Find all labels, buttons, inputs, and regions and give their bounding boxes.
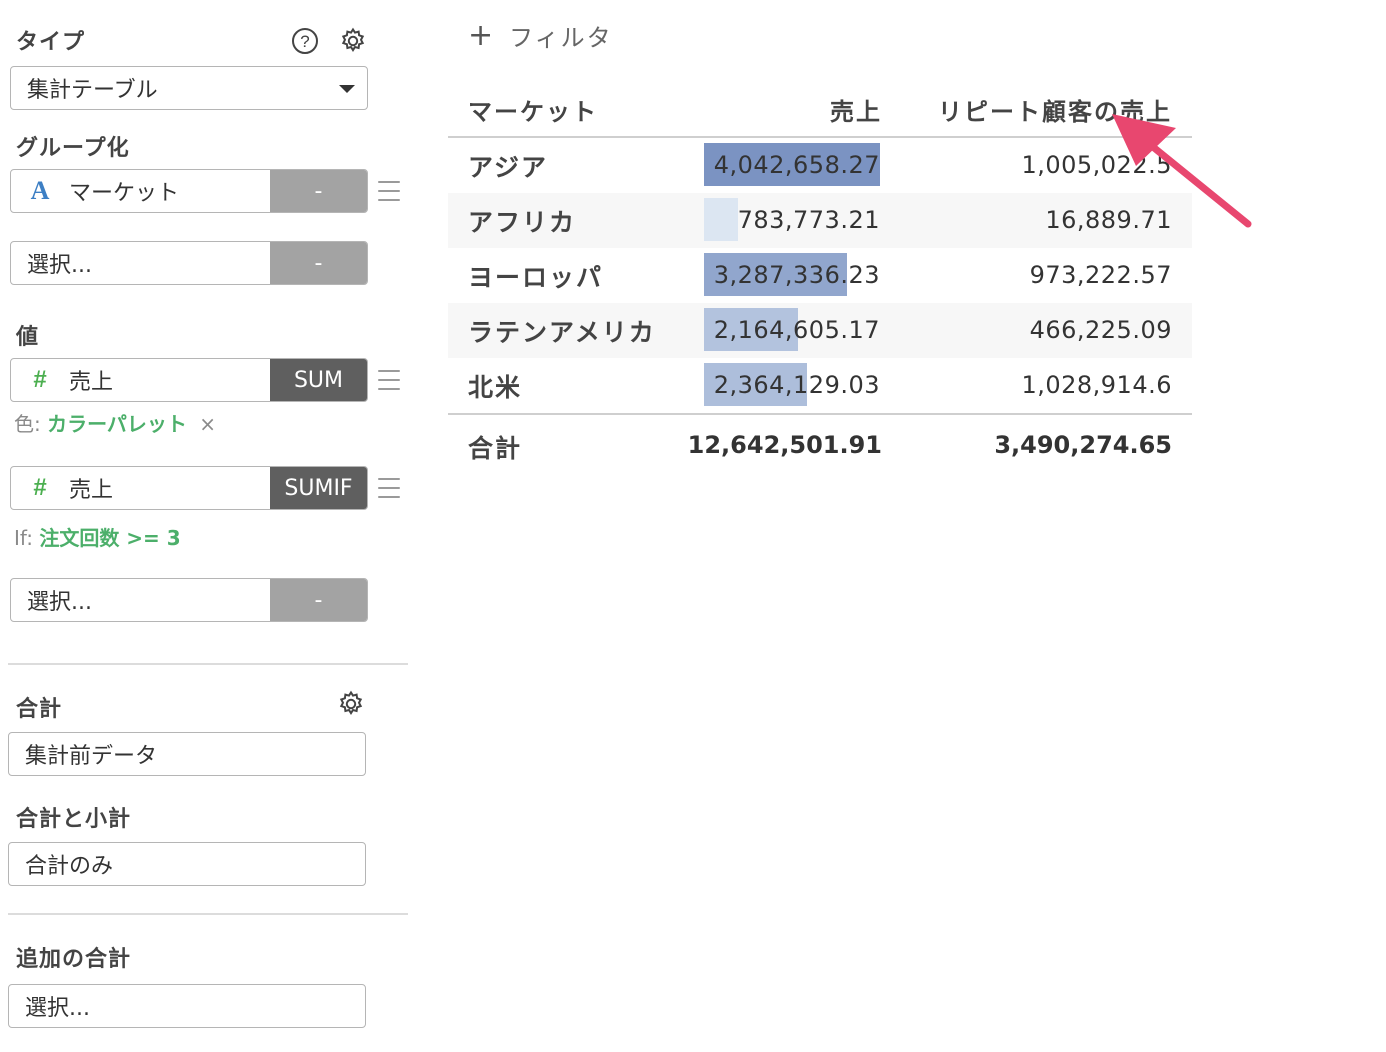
type-section-label: タイプ: [16, 30, 86, 55]
sales-bar: [704, 198, 739, 241]
value-field-select: 選択... -: [10, 578, 368, 622]
group-field-select-input[interactable]: 選択...: [11, 242, 270, 284]
chevron-down-icon: [339, 85, 355, 93]
table-row: アフリカ 783,773.21 16,889.71: [448, 193, 1192, 248]
group-field-select: 選択... -: [10, 241, 368, 285]
sales-value: 2,364,129.03: [713, 371, 880, 399]
repeat-sales-cell[interactable]: 973,222.57: [1030, 261, 1172, 289]
color-palette-link[interactable]: カラーパレット: [47, 412, 187, 436]
additional-total-select[interactable]: 選択...: [8, 984, 366, 1028]
sales-cell[interactable]: 2,164,605.17: [704, 308, 880, 351]
gear-icon[interactable]: [336, 689, 366, 719]
total-sales: 12,642,501.91: [687, 431, 882, 459]
add-filter-button[interactable]: + フィルタ: [468, 18, 613, 53]
string-type-icon: A: [30, 176, 50, 205]
drag-handle-icon[interactable]: [378, 478, 400, 498]
market-cell[interactable]: 北米: [468, 368, 522, 404]
section-divider: [8, 913, 408, 915]
sales-value: 3,287,336.23: [713, 261, 880, 289]
pivot-table: マーケット 売上 リピート顧客の売上 アジア 4,042,658.27 1,005,…: [448, 82, 1192, 475]
sales-value: 783,773.21: [737, 206, 880, 234]
aggregation-button-sumif[interactable]: SUMIF: [270, 467, 367, 509]
aggregation-button-sum[interactable]: SUM: [270, 359, 367, 401]
group-field-select-option-button[interactable]: -: [270, 242, 367, 284]
svg-text:?: ?: [300, 32, 309, 51]
number-type-icon: #: [33, 474, 47, 501]
condition-prefix: If:: [14, 526, 33, 550]
sales-cell[interactable]: 3,287,336.23: [704, 253, 880, 296]
additional-total-section-label: 追加の合計: [16, 947, 132, 972]
value-field-label: 売上: [69, 478, 114, 503]
subtotal-section-label: 合計と小計: [16, 807, 132, 832]
add-filter-label: フィルタ: [509, 24, 613, 52]
question-circle-icon[interactable]: ?: [290, 26, 320, 56]
condition-note: If: 注文回数 >= 3: [14, 522, 181, 551]
total-source-select[interactable]: 集計前データ: [8, 732, 366, 776]
column-header-repeat-sales[interactable]: リピート顧客の売上: [938, 92, 1172, 127]
group-field-market-option-button[interactable]: -: [270, 170, 367, 212]
subtotal-select[interactable]: 合計のみ: [8, 842, 366, 886]
condition-link[interactable]: 注文回数 >= 3: [39, 526, 180, 550]
column-header-sales[interactable]: 売上: [830, 92, 882, 127]
sales-cell[interactable]: 783,773.21: [704, 198, 880, 241]
market-cell[interactable]: ラテンアメリカ: [468, 313, 656, 349]
group-section-label: グループ化: [16, 136, 130, 161]
type-select-value: 集計テーブル: [27, 78, 158, 103]
market-cell[interactable]: ヨーロッパ: [468, 258, 603, 294]
market-cell[interactable]: アジア: [468, 148, 548, 184]
config-sidebar: タイプ ? 集計テーブル グループ化 A マーケット - 選択... - 値 #…: [0, 0, 410, 1052]
color-setting-prefix: 色:: [14, 412, 41, 436]
type-select[interactable]: 集計テーブル: [10, 66, 368, 110]
group-field-label: マーケット: [69, 181, 180, 206]
total-section-label: 合計: [16, 697, 63, 722]
value-field-select-input[interactable]: 選択...: [11, 579, 270, 621]
value-section-label: 値: [16, 325, 40, 350]
table-body: アジア 4,042,658.27 1,005,022.5 アフリカ 783,773.21…: [448, 138, 1192, 413]
total-repeat-sales: 3,490,274.65: [994, 431, 1172, 459]
repeat-sales-cell[interactable]: 1,028,914.6: [1021, 371, 1172, 399]
repeat-sales-cell[interactable]: 1,005,022.5: [1021, 151, 1172, 179]
table-header: マーケット 売上 リピート顧客の売上: [448, 82, 1192, 138]
table-row: ラテンアメリカ 2,164,605.17 466,225.09: [448, 303, 1192, 358]
value-field-sales-sumif-name[interactable]: # 売上: [11, 467, 270, 509]
number-type-icon: #: [33, 366, 47, 393]
close-icon[interactable]: ×: [199, 412, 216, 436]
table-row: アジア 4,042,658.27 1,005,022.5: [448, 138, 1192, 193]
sales-value: 4,042,658.27: [713, 151, 880, 179]
value-field-sales-sum-name[interactable]: # 売上: [11, 359, 270, 401]
color-setting-note: 色: カラーパレット ×: [14, 408, 216, 437]
sales-cell[interactable]: 4,042,658.27: [704, 143, 880, 186]
repeat-sales-cell[interactable]: 16,889.71: [1045, 206, 1172, 234]
table-row: 北米 2,364,129.03 1,028,914.6: [448, 358, 1192, 413]
value-field-select-option-button[interactable]: -: [270, 579, 367, 621]
market-cell[interactable]: アフリカ: [468, 203, 576, 239]
total-label: 合計: [468, 434, 523, 463]
plus-icon: +: [468, 17, 496, 53]
table-row: ヨーロッパ 3,287,336.23 973,222.57: [448, 248, 1192, 303]
repeat-sales-cell[interactable]: 466,225.09: [1030, 316, 1172, 344]
value-field-sales-sum: # 売上 SUM: [10, 358, 368, 402]
sales-value: 2,164,605.17: [713, 316, 880, 344]
value-field-label: 売上: [69, 370, 114, 395]
drag-handle-icon[interactable]: [378, 370, 400, 390]
group-field-market-name[interactable]: A マーケット: [11, 170, 270, 212]
section-divider: [8, 663, 408, 665]
sales-cell[interactable]: 2,364,129.03: [704, 363, 880, 406]
value-field-sales-sumif: # 売上 SUMIF: [10, 466, 368, 510]
drag-handle-icon[interactable]: [378, 181, 400, 201]
group-field-market: A マーケット -: [10, 169, 368, 213]
gear-icon[interactable]: [338, 26, 368, 56]
column-header-market[interactable]: マーケット: [468, 92, 598, 127]
table-total-row: 合計 12,642,501.91 3,490,274.65: [448, 413, 1192, 475]
